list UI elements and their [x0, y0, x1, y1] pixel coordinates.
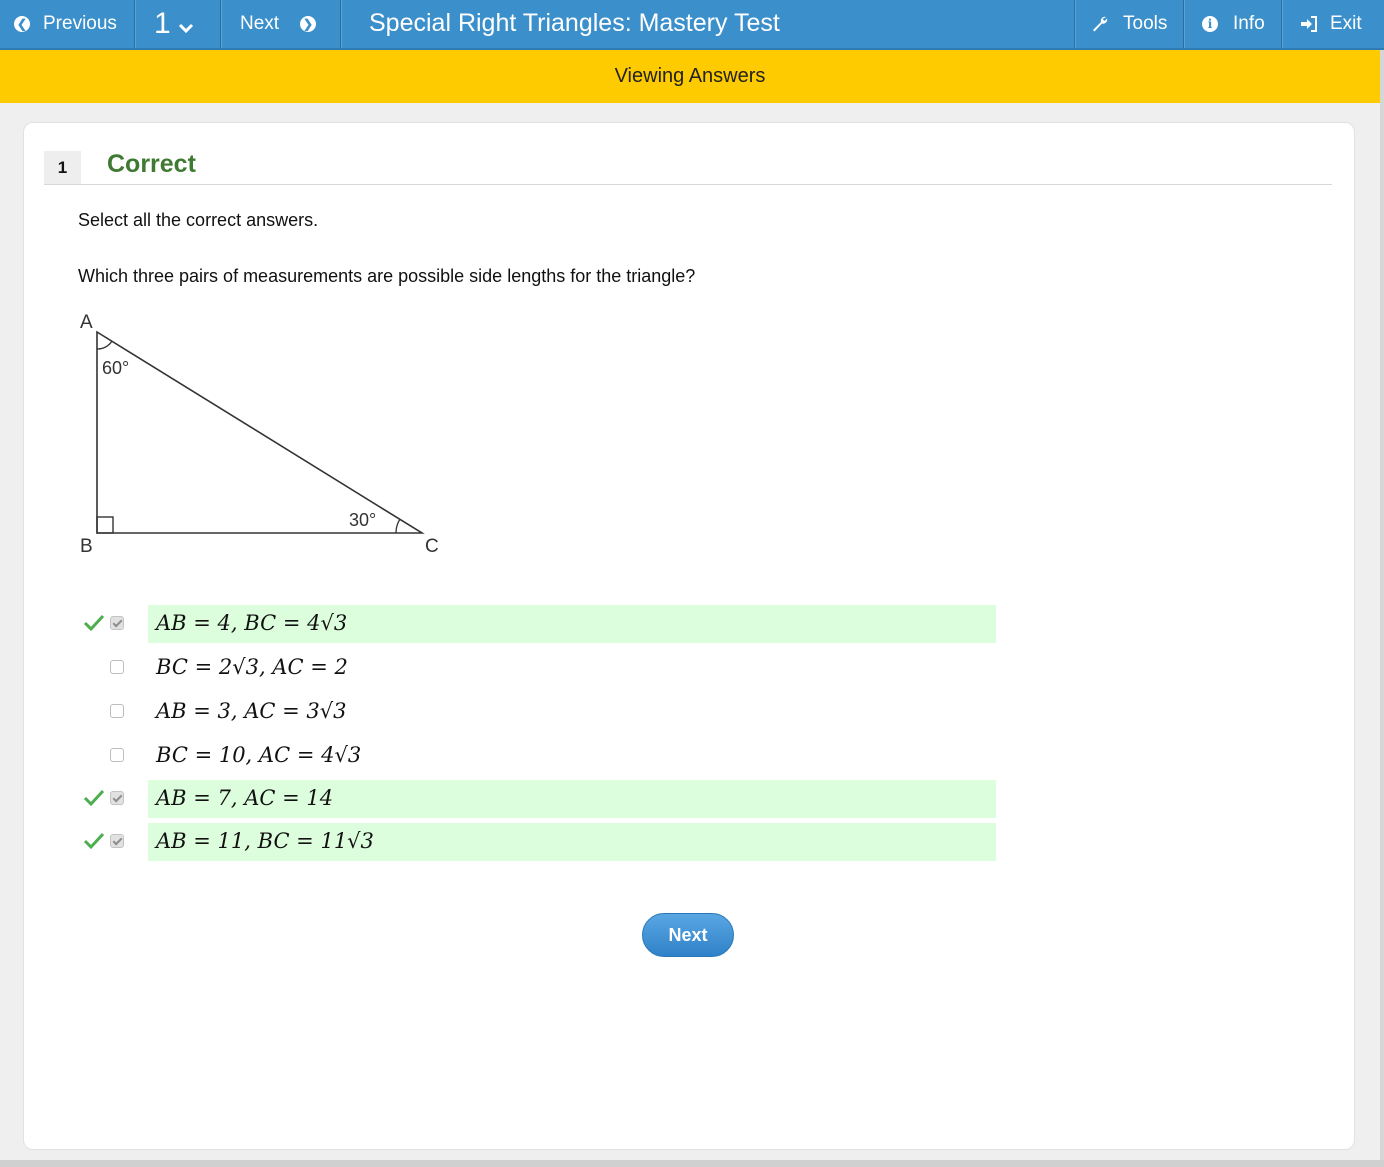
- triangle-shape: [96, 330, 425, 534]
- exit-button[interactable]: Exit: [1300, 0, 1362, 48]
- answer-option[interactable]: AB = 4, BC = 4√3: [0, 605, 1000, 643]
- answer-option[interactable]: BC = 10, AC = 4√3: [0, 737, 1000, 775]
- next-toolbar-label: Next: [240, 13, 280, 34]
- vertex-c-label: C: [425, 536, 439, 557]
- answer-checkbox[interactable]: [110, 834, 124, 848]
- info-button[interactable]: i Info: [1202, 0, 1265, 48]
- next-button[interactable]: Next: [642, 913, 734, 957]
- answer-checkbox[interactable]: [110, 660, 124, 674]
- angle-c-arc: [395, 518, 401, 534]
- next-toolbar-button[interactable]: Next ❯: [240, 0, 317, 48]
- exit-label: Exit: [1330, 13, 1362, 34]
- tools-label: Tools: [1123, 13, 1168, 34]
- right-angle-marker: [96, 516, 114, 534]
- correct-check-icon: [83, 789, 105, 807]
- bottom-bar: [0, 1160, 1384, 1167]
- answer-option[interactable]: AB = 11, BC = 11√3: [0, 823, 1000, 861]
- question-selector-value: 1: [154, 7, 171, 40]
- vertex-a-label: A: [80, 312, 93, 333]
- correct-check-icon: [83, 614, 105, 632]
- chevron-down-icon: [178, 23, 193, 34]
- question-status: Correct: [107, 150, 196, 178]
- answer-checkbox[interactable]: [110, 616, 124, 630]
- answer-option[interactable]: AB = 3, AC = 3√3: [0, 693, 1000, 731]
- instruction-text: Select all the correct answers.: [78, 210, 319, 230]
- vertex-b-label: B: [80, 536, 93, 557]
- answer-checkbox[interactable]: [110, 791, 124, 805]
- answer-checkbox[interactable]: [110, 704, 124, 718]
- angle-c-label: 30°: [349, 510, 376, 530]
- tools-button[interactable]: Tools: [1091, 0, 1167, 48]
- correct-check-icon: [83, 832, 105, 850]
- answer-label: BC = 10, AC = 4√3: [156, 743, 362, 767]
- banner-text: Viewing Answers: [614, 65, 766, 87]
- wrench-icon: [1093, 16, 1108, 32]
- divider: [44, 184, 1332, 185]
- info-label: Info: [1233, 13, 1265, 34]
- answer-option[interactable]: AB = 7, AC = 14: [0, 780, 1000, 818]
- answer-label: AB = 3, AC = 3√3: [156, 699, 347, 723]
- answer-label: AB = 11, BC = 11√3: [156, 829, 374, 853]
- previous-button[interactable]: ❮ Previous: [14, 0, 117, 48]
- right-edge: [1380, 50, 1384, 1167]
- arrow-left-circle-icon: ❮: [14, 16, 30, 32]
- question-selector[interactable]: 1: [154, 0, 194, 48]
- question-prompt: Which three pairs of measurements are po…: [78, 266, 696, 286]
- triangle-figure: A B C 60° 30°: [80, 312, 439, 557]
- arrow-right-circle-icon: ❯: [300, 16, 317, 32]
- angle-a-arc: [96, 340, 113, 350]
- page-title: Special Right Triangles: Mastery Test: [369, 8, 780, 37]
- angle-a-label: 60°: [102, 358, 129, 378]
- sign-out-icon: [1301, 16, 1317, 32]
- previous-label: Previous: [43, 13, 117, 34]
- answer-label: AB = 4, BC = 4√3: [156, 611, 348, 635]
- info-circle-icon: i: [1202, 16, 1218, 32]
- answer-label: AB = 7, AC = 14: [156, 786, 334, 810]
- question-number: 1: [44, 151, 81, 184]
- top-toolbar: ❮ Previous 1 Next ❯ Special Right Triang…: [0, 0, 1384, 50]
- answer-label: BC = 2√3, AC = 2: [156, 655, 348, 679]
- answer-checkbox[interactable]: [110, 748, 124, 762]
- viewing-answers-banner: Viewing Answers: [0, 50, 1380, 103]
- answer-option[interactable]: BC = 2√3, AC = 2: [0, 649, 1000, 687]
